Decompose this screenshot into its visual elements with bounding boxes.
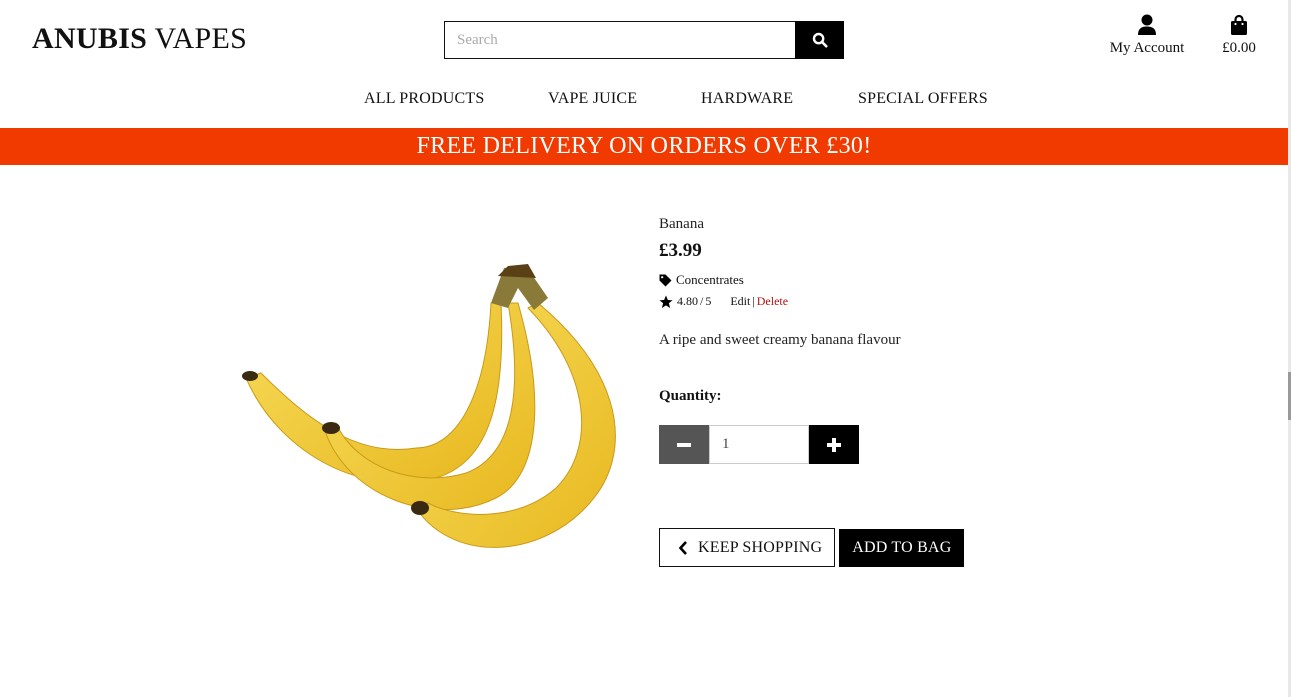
user-icon bbox=[1138, 14, 1156, 35]
minus-icon bbox=[677, 442, 691, 447]
search-form bbox=[444, 21, 844, 59]
rating-value: 4.80 bbox=[677, 294, 698, 308]
product-price: £3.99 bbox=[659, 240, 702, 261]
product-actions: KEEP SHOPPING ADD TO BAG bbox=[659, 528, 965, 567]
product-description: A ripe and sweet creamy banana flavour bbox=[659, 332, 901, 348]
keep-shopping-button[interactable]: KEEP SHOPPING bbox=[659, 528, 836, 567]
nav-hardware[interactable]: HARDWARE bbox=[701, 90, 793, 108]
product-rating-row: 4.80 / 5 Edit | Delete bbox=[659, 294, 788, 309]
nav-all-products[interactable]: ALL PRODUCTS bbox=[364, 90, 485, 108]
search-button[interactable] bbox=[795, 21, 844, 59]
brand-name-part1: ANUBIS bbox=[32, 22, 148, 55]
product-category[interactable]: Concentrates bbox=[659, 272, 744, 288]
quantity-stepper bbox=[659, 425, 859, 464]
free-delivery-banner: FREE DELIVERY ON ORDERS OVER £30! bbox=[0, 128, 1288, 165]
nav-vape-juice[interactable]: VAPE JUICE bbox=[548, 90, 637, 108]
search-input[interactable] bbox=[444, 21, 795, 59]
quantity-decrement-button[interactable] bbox=[659, 425, 709, 464]
search-icon bbox=[812, 32, 827, 48]
shopping-bag-link[interactable]: £0.00 bbox=[1214, 14, 1264, 57]
my-account-label: My Account bbox=[1109, 40, 1185, 56]
star-icon bbox=[659, 295, 673, 308]
rating-separator: / bbox=[700, 294, 704, 308]
shopping-bag-icon bbox=[1231, 14, 1247, 35]
product-category-label: Concentrates bbox=[676, 272, 744, 287]
tag-icon bbox=[659, 274, 672, 286]
main-nav: ALL PRODUCTS VAPE JUICE HARDWARE SPECIAL… bbox=[0, 90, 1291, 110]
edit-product-link[interactable]: Edit bbox=[730, 294, 750, 309]
bag-total: £0.00 bbox=[1222, 40, 1256, 56]
plus-icon bbox=[827, 437, 841, 452]
delete-product-link[interactable]: Delete bbox=[757, 294, 788, 309]
add-to-bag-button[interactable]: ADD TO BAG bbox=[839, 529, 965, 567]
brand-name-part2: VAPES bbox=[154, 22, 248, 55]
nav-special-offers[interactable]: SPECIAL OFFERS bbox=[858, 90, 988, 108]
product-name: Banana bbox=[659, 216, 704, 232]
rating-max: 5 bbox=[705, 294, 712, 308]
chevron-left-icon bbox=[678, 540, 687, 555]
my-account-link[interactable]: My Account bbox=[1105, 14, 1189, 57]
quantity-increment-button[interactable] bbox=[809, 425, 859, 464]
keep-shopping-label: KEEP SHOPPING bbox=[698, 538, 823, 556]
quantity-input[interactable] bbox=[709, 425, 809, 464]
banana-product-image bbox=[242, 264, 616, 548]
link-separator: | bbox=[752, 294, 755, 308]
brand-logo[interactable]: ANUBIS VAPES bbox=[32, 22, 247, 56]
quantity-label: Quantity: bbox=[659, 388, 722, 404]
